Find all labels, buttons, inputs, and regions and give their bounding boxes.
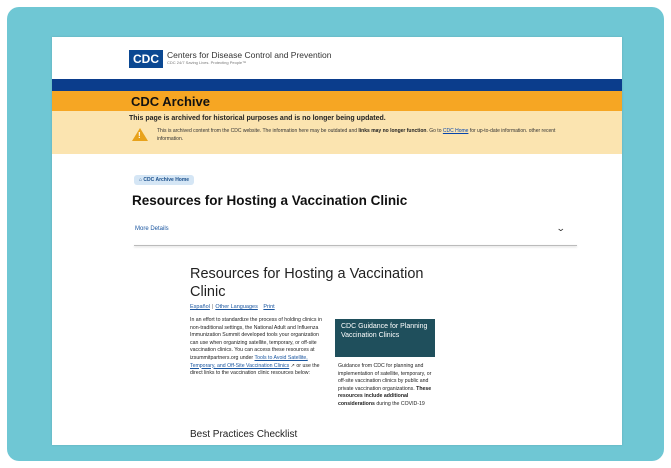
other-languages-link[interactable]: Other Languages bbox=[215, 304, 258, 310]
sidebar-heading: CDC Guidance for Planning Vaccination Cl… bbox=[335, 319, 435, 357]
breadcrumb-archive-home[interactable]: ⌂ CDC Archive Home bbox=[134, 175, 195, 185]
cdc-logo-mark: CDC bbox=[129, 50, 163, 68]
warning-icon: ! bbox=[132, 128, 148, 141]
notice-heading: This page is archived for historical pur… bbox=[129, 115, 386, 122]
espanol-link[interactable]: Español bbox=[190, 304, 210, 310]
best-practices-heading: Best Practices Checklist bbox=[190, 429, 298, 440]
page-frame: CDC Centers for Disease Control and Prev… bbox=[0, 0, 671, 468]
browser-screenshot: CDC Centers for Disease Control and Prev… bbox=[52, 37, 622, 445]
org-name: Centers for Disease Control and Preventi… bbox=[167, 50, 332, 60]
separator bbox=[260, 304, 262, 310]
cdc-home-link[interactable]: CDC Home bbox=[443, 128, 469, 134]
blue-nav-bar bbox=[52, 79, 622, 91]
teal-background-card: CDC Centers for Disease Control and Prev… bbox=[7, 7, 664, 461]
language-links: Español | Other Languages Print bbox=[190, 304, 275, 310]
archive-title: CDC Archive bbox=[131, 94, 210, 109]
notice-body: This is archived content from the CDC we… bbox=[157, 128, 567, 143]
archive-banner: CDC Archive bbox=[52, 91, 622, 111]
org-tagline: CDC 24/7 Saving Lives. Protecting People… bbox=[167, 60, 247, 65]
print-link[interactable]: Print bbox=[263, 304, 274, 310]
cdc-logo-text: Centers for Disease Control and Preventi… bbox=[167, 50, 331, 65]
notice-text: This is archived content from the CDC we… bbox=[157, 128, 359, 134]
sidebar-body: Guidance from CDC for planning and imple… bbox=[338, 363, 438, 409]
cdc-logo[interactable]: CDC Centers for Disease Control and Prev… bbox=[129, 50, 331, 68]
sidebar-text: during the COVID-19 bbox=[374, 400, 425, 407]
more-details-toggle[interactable]: More Details bbox=[135, 226, 169, 232]
site-header: CDC Centers for Disease Control and Prev… bbox=[52, 37, 622, 79]
archive-notice: This page is archived for historical pur… bbox=[52, 111, 622, 154]
archived-document: Resources for Hosting a Vaccination Clin… bbox=[152, 249, 552, 445]
page-title: Resources for Hosting a Vaccination Clin… bbox=[132, 193, 408, 208]
notice-bold-text: links may no longer function bbox=[358, 128, 427, 134]
breadcrumb-label: CDC Archive Home bbox=[143, 177, 190, 183]
notice-text: . Go to bbox=[426, 128, 443, 134]
document-body: In an effort to standardize the process … bbox=[190, 317, 325, 378]
separator: | bbox=[211, 304, 214, 310]
divider bbox=[134, 245, 577, 246]
document-title: Resources for Hosting a Vaccination Clin… bbox=[190, 266, 424, 300]
chevron-down-icon[interactable]: ⌄ bbox=[556, 223, 566, 234]
